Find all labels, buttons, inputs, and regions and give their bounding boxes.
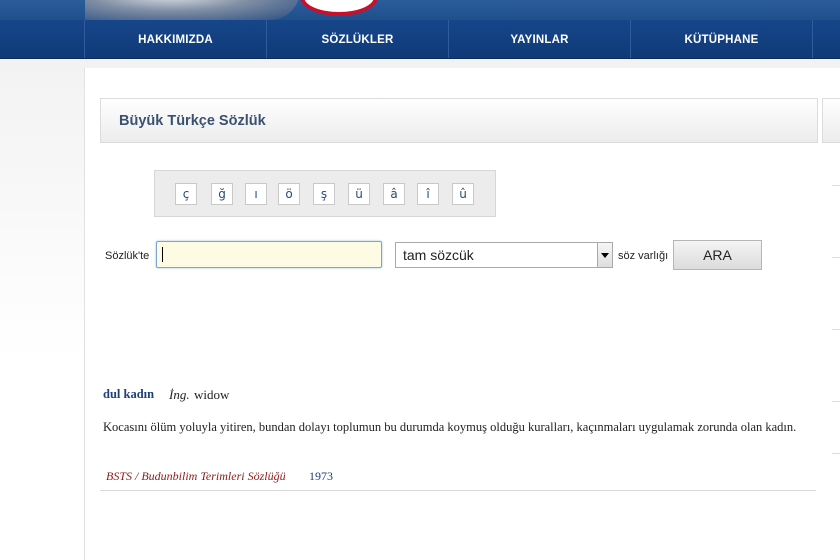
char-button-a-circumflex[interactable]: â bbox=[383, 183, 405, 205]
side-divider bbox=[832, 257, 840, 258]
panel-header: Büyük Türkçe Sözlük bbox=[100, 98, 818, 143]
side-divider bbox=[832, 453, 840, 454]
side-divider bbox=[832, 329, 840, 330]
char-button-u-circumflex[interactable]: û bbox=[452, 183, 474, 205]
entry-year: 1973 bbox=[309, 469, 333, 483]
nav-item-kutuphane[interactable]: KÜTÜPHANE bbox=[630, 20, 812, 58]
entry-translation: widow bbox=[194, 387, 230, 402]
text-caret bbox=[162, 247, 163, 262]
result-divider bbox=[100, 490, 816, 491]
char-button-i-circumflex[interactable]: î bbox=[417, 183, 439, 205]
char-button-g-breve[interactable]: ğ bbox=[211, 183, 233, 205]
side-divider bbox=[832, 185, 840, 186]
nav-item-yayinlar[interactable]: YAYINLAR bbox=[448, 20, 630, 58]
scope-label: söz varlığı bbox=[618, 250, 669, 262]
chevron-down-icon[interactable] bbox=[597, 243, 612, 267]
char-button-o-umlaut[interactable]: ö bbox=[278, 183, 300, 205]
entry-language: İng. bbox=[169, 387, 190, 402]
entry-source: BSTS / Budunbilim Terimleri Sözlüğü bbox=[106, 469, 286, 483]
banner-image bbox=[85, 0, 300, 20]
nav-item-sozlukler[interactable]: SÖZLÜKLER bbox=[266, 20, 448, 58]
nav-item-hakkimizda[interactable]: HAKKIMIZDA bbox=[84, 20, 266, 58]
char-button-s-cedilla[interactable]: ş bbox=[313, 183, 335, 205]
search-label: Sözlük'te bbox=[105, 250, 150, 262]
entry-definition: Kocasını ölüm yoluyla yitiren, bundan do… bbox=[103, 420, 797, 434]
main-navigation: HAKKIMIZDA SÖZLÜKLER YAYINLAR KÜTÜPHANE bbox=[0, 20, 840, 59]
search-input[interactable] bbox=[156, 241, 382, 268]
logo-icon[interactable] bbox=[300, 0, 378, 16]
page-title: Büyük Türkçe Sözlük bbox=[119, 113, 266, 129]
search-mode-value: tam sözcük bbox=[403, 247, 474, 263]
special-character-bar: ç ğ ı ö ş ü â î û bbox=[154, 170, 496, 217]
side-divider bbox=[832, 401, 840, 402]
search-mode-select[interactable]: tam sözcük bbox=[395, 242, 613, 268]
entry-term: dul kadın bbox=[103, 387, 155, 401]
char-button-u-umlaut[interactable]: ü bbox=[348, 183, 370, 205]
search-button[interactable]: ARA bbox=[673, 240, 762, 270]
char-button-c-cedilla[interactable]: ç bbox=[175, 183, 197, 205]
nav-item-more[interactable] bbox=[812, 20, 840, 58]
char-button-dotless-i[interactable]: ı bbox=[245, 183, 267, 205]
top-banner bbox=[0, 0, 840, 20]
side-panel-header bbox=[822, 98, 840, 143]
